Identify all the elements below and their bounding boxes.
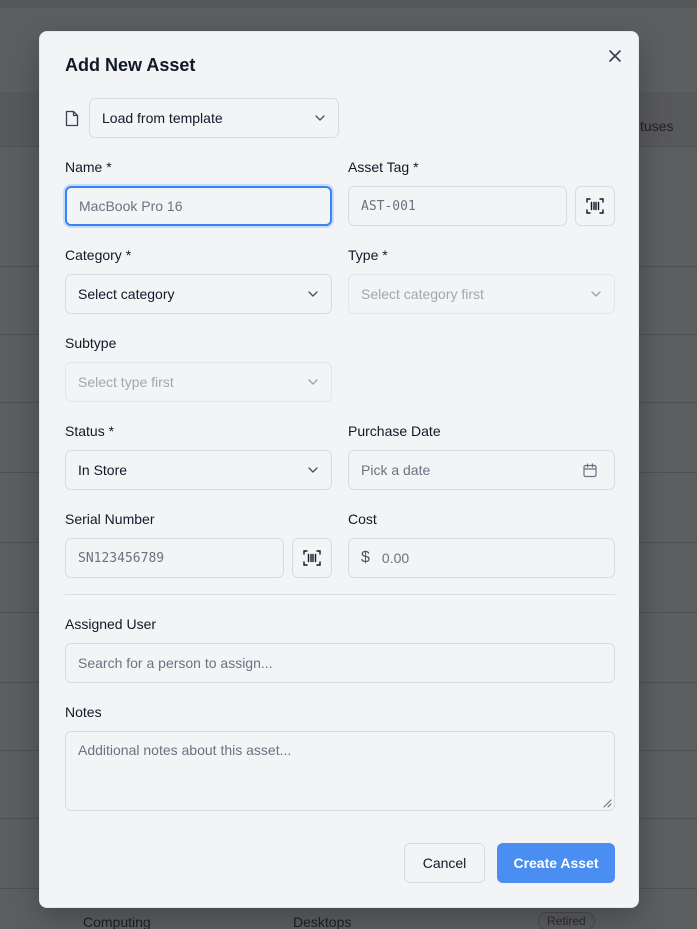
add-asset-dialog: Add New Asset Load from template Name * … (39, 31, 639, 908)
name-input[interactable]: MacBook Pro 16 (65, 186, 332, 226)
name-label: Name * (65, 159, 112, 175)
assigned-user-label: Assigned User (65, 616, 157, 632)
background-row-type: Desktops (293, 914, 352, 929)
dialog-title: Add New Asset (65, 55, 196, 75)
assigned-user-placeholder: Search for a person to assign... (78, 655, 273, 671)
template-select-label: Load from template (102, 110, 223, 126)
close-icon (609, 50, 621, 62)
purchase-date-label: Purchase Date (348, 423, 441, 439)
type-select-value: Select category first (361, 286, 484, 302)
background-status-badge: Retired (538, 912, 595, 929)
name-value: MacBook Pro 16 (79, 198, 183, 214)
chevron-down-icon (308, 379, 318, 385)
background-topbar (0, 0, 697, 8)
cost-label: Cost (348, 511, 377, 527)
purchase-date-picker[interactable]: Pick a date (348, 450, 615, 490)
serial-number-placeholder: SN123456789 (78, 550, 165, 566)
cost-placeholder: 0.00 (381, 550, 410, 566)
resize-grip-icon[interactable] (602, 798, 612, 808)
category-select[interactable]: Select category (65, 274, 332, 314)
asset-tag-label: Asset Tag * (348, 159, 419, 175)
status-label: Status * (65, 423, 115, 439)
background-row-category: Computing (83, 914, 151, 929)
subtype-select-value: Select type first (78, 374, 174, 390)
type-label: Type * (348, 247, 388, 263)
asset-tag-input[interactable]: AST-001 (348, 186, 567, 226)
chevron-down-icon (308, 291, 318, 297)
serial-number-label: Serial Number (65, 511, 155, 527)
template-select[interactable]: Load from template (89, 98, 339, 138)
status-select-value: In Store (78, 462, 128, 478)
close-button[interactable] (606, 47, 624, 65)
notes-placeholder: Additional notes about this asset... (78, 742, 292, 758)
assigned-user-search[interactable]: Search for a person to assign... (65, 643, 615, 683)
cost-input[interactable]: $ 0.00 (348, 538, 615, 578)
cancel-button[interactable]: Cancel (404, 843, 485, 883)
create-asset-button[interactable]: Create Asset (497, 843, 615, 883)
category-select-value: Select category (78, 286, 175, 302)
category-label: Category * (65, 247, 132, 263)
section-divider (65, 594, 615, 595)
status-select[interactable]: In Store (65, 450, 332, 490)
barcode-scan-icon (586, 198, 604, 214)
scan-serial-number-button[interactable] (292, 538, 332, 578)
dollar-sign-icon: $ (361, 549, 370, 566)
asset-tag-placeholder: AST-001 (361, 198, 416, 214)
calendar-icon (583, 463, 597, 478)
background-statuses-header: tuses (640, 118, 674, 134)
chevron-down-icon (308, 467, 318, 473)
barcode-scan-icon (303, 550, 321, 566)
notes-textarea[interactable]: Additional notes about this asset... (65, 731, 615, 811)
chevron-down-icon (315, 115, 325, 121)
notes-label: Notes (65, 704, 102, 720)
file-icon (65, 110, 81, 128)
chevron-down-icon (591, 291, 601, 297)
scan-asset-tag-button[interactable] (575, 186, 615, 226)
purchase-date-placeholder: Pick a date (361, 462, 431, 478)
serial-number-input[interactable]: SN123456789 (65, 538, 284, 578)
subtype-select[interactable]: Select type first (65, 362, 332, 402)
subtype-label: Subtype (65, 335, 117, 351)
type-select[interactable]: Select category first (348, 274, 615, 314)
